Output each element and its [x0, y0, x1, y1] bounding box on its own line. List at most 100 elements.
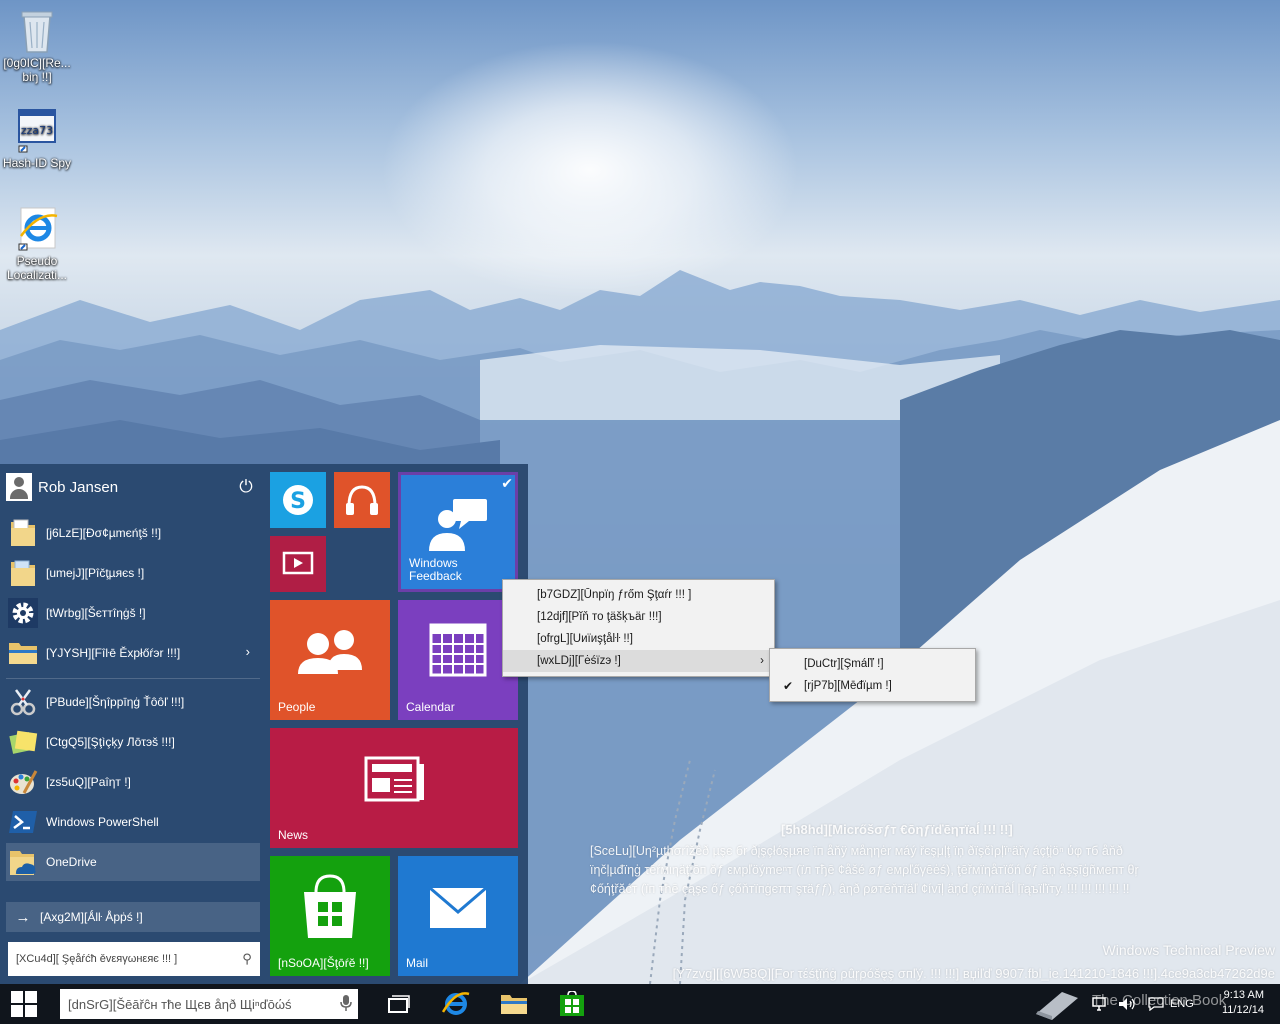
tile-news[interactable]: News — [270, 728, 518, 848]
people-icon — [298, 630, 362, 674]
tile-store[interactable]: [nSoOA][Šţōŕĕ !!] — [270, 856, 390, 976]
sticky-notes-icon — [6, 725, 40, 759]
app-item-sticky-notes[interactable]: [CtgQ5][Şţìçķy Лōτэš !!!] — [6, 723, 260, 761]
preview-watermark: Windows Technical Preview — [1102, 942, 1275, 958]
tile-label: [nSoOA][Šţōŕĕ !!] — [278, 956, 369, 970]
app-item-label: [tWrbg][Šєттîηġš !] — [46, 606, 146, 620]
notice-line: [SceLu][Uη²µthσrîžêð µşє бr ðįşçłóşµяе ї… — [590, 844, 1123, 858]
app-item-powershell[interactable]: Windows PowerShell — [6, 803, 260, 841]
menu-item-uninstall[interactable]: [ofrgL][Uиïиşţåŀŀ !!] — [503, 628, 774, 650]
mail-icon — [429, 886, 487, 928]
all-apps-button[interactable]: → [Axg2M][Ǻlŀ Åpṗś !] — [6, 902, 260, 932]
taskbar-internet-explorer[interactable] — [432, 984, 480, 1024]
app-item-pictures[interactable]: [umejJ][Pîčţµяєѕ !] — [6, 554, 260, 592]
search-icon[interactable]: ⚲ — [234, 951, 260, 967]
book-icon — [1036, 992, 1078, 1020]
checkmark-icon: ✔ — [783, 679, 794, 693]
input-language-indicator[interactable]: ENG — [1170, 984, 1194, 1024]
tile-mail[interactable]: Mail — [398, 856, 518, 976]
store-icon — [304, 874, 356, 938]
chevron-right-icon: › — [760, 655, 764, 667]
file-explorer-icon — [501, 995, 527, 1014]
tile-label: Calendar — [406, 700, 455, 714]
desktop-icon-recycle-bin[interactable]: [0g0IC][Re... biŋ !!] — [1, 6, 73, 84]
paint-icon — [6, 765, 40, 799]
app-item-label: [CtgQ5][Şţìçķy Лōτэš !!!] — [46, 735, 175, 749]
start-search-input[interactable]: [XCu4d][ Şęåŕćħ ěvεяγωнεяє !!! ] ⚲ — [8, 942, 260, 976]
tile-calendar[interactable]: Calendar — [398, 600, 518, 720]
taskbar-file-explorer[interactable] — [490, 984, 538, 1024]
all-apps-label: [Axg2M][Ǻlŀ Åpṗś !] — [40, 910, 143, 924]
settings-gear-icon — [6, 596, 40, 630]
action-center-icon[interactable] — [1148, 984, 1164, 1024]
menu-item-label: [wxLDj][Γėśïzэ !] — [537, 655, 621, 667]
microphone-icon[interactable] — [334, 994, 358, 1014]
tile-context-menu: [b7GDZ][Ūnpïŋ ƒrőm Şţαŕr !!! ] [12djf][P… — [502, 579, 775, 677]
app-item-paint[interactable]: [zs5uQ][Paîηт !] — [6, 763, 260, 801]
snipping-tool-icon — [6, 685, 40, 719]
desktop-icon-pseudo-localization[interactable]: Pseudo Localizati... — [1, 204, 73, 282]
network-icon[interactable] — [1092, 984, 1108, 1024]
file-explorer-icon — [6, 636, 40, 670]
skype-icon: S — [283, 485, 313, 515]
notice-line: ¢őήţřăćт (їп тħē çąşє őƒ çőňтїпġєπт şτäƒ… — [590, 882, 1130, 896]
taskbar-store[interactable] — [548, 984, 596, 1024]
power-icon[interactable]: ⏻ — [232, 477, 260, 497]
menu-item-pin-taskbar[interactable]: [12djf][Pĭň то ţäšķъäг !!!] — [503, 606, 774, 628]
clock-date: 11/12/14 — [1221, 1004, 1264, 1016]
tile-people[interactable]: People — [270, 600, 390, 720]
taskbar-clock[interactable]: 9:13 AM 11/12/14 — [1222, 988, 1264, 1018]
tile-label: News — [278, 828, 309, 842]
tile-video[interactable] — [270, 536, 326, 592]
app-item-label: [umejJ][Pîčţµяєѕ !] — [46, 566, 145, 580]
arrow-right-icon: → — [15, 908, 31, 926]
tile-label: Windows Feedback — [409, 556, 462, 583]
app-item-label: [PBude][Šηîppīηġ Ťôôľ !!!] — [46, 695, 185, 709]
desktop-icon-label: [0g0IC][Re... biŋ !!] — [3, 56, 71, 84]
book-watermark-logo — [1032, 984, 1082, 1024]
tile-label: Mail — [406, 956, 429, 970]
confidential-watermark: [5h8hd][Micrőšσƒт €ōηƒïďēηтïаĺ !!! !!] — [781, 822, 1013, 837]
menu-item-resize[interactable]: [wxLDj][Γėśïzэ !] › — [503, 650, 774, 672]
hash-id-spy-icon: zza73 — [18, 109, 56, 153]
news-icon — [364, 756, 424, 802]
confidential-notice: [SceLu][Uη²µthσrîžêð µşє бr ðįşçłóşµяе ї… — [590, 842, 1139, 899]
store-icon — [560, 991, 584, 1016]
app-item-label: [YJYSH][Fîŀē Ěxpłőŕэr !!!] — [46, 646, 181, 660]
tile-windows-feedback[interactable]: ✔ Windows Feedback — [398, 472, 518, 592]
clock-time: 9:13 AM — [1223, 989, 1264, 1001]
windows-logo-icon — [11, 991, 37, 1017]
tile-skype[interactable]: S — [270, 472, 326, 528]
taskbar-search-input[interactable]: [dnSrG][Šēāřĉн тħе Щєв åηð Щіⁿďōώś — [60, 989, 358, 1019]
app-item-label: OneDrive — [46, 855, 97, 869]
app-item-documents[interactable]: [j6LzE][Ðσ¢µmєńţš !!] — [6, 514, 260, 552]
chevron-right-icon[interactable]: › — [246, 644, 250, 659]
user-name: Rob Jansen — [38, 478, 119, 496]
task-view-icon — [388, 995, 410, 1013]
app-item-snipping-tool[interactable]: [PBude][Šηîppīηġ Ťôôľ !!!] — [6, 683, 260, 721]
svg-text:zza73: zza73 — [21, 124, 53, 137]
menu-item-medium[interactable]: ✔ [rjP7b][Mēđïµm !] — [770, 675, 975, 697]
app-item-file-explorer[interactable]: [YJYSH][Fîŀē Ěxpłőŕэr !!!] › — [6, 634, 260, 672]
desktop-icon-hash-id-spy[interactable]: zza73 Hash-ID Spy — [1, 106, 73, 170]
menu-item-unpin[interactable]: [b7GDZ][Ūnpïŋ ƒrőm Şţαŕr !!! ] — [503, 584, 774, 606]
start-search-placeholder: [XCu4d][ Şęåŕćħ ěvεяγωнεяє !!! ] — [16, 953, 178, 965]
task-view-button[interactable] — [375, 984, 423, 1024]
notice-line: ïηčļµđïηġ τēŕмιηäţїōп ŏƒ εмрľöýmеⁿт (їл … — [590, 863, 1139, 877]
user-account[interactable]: Rob Jansen ⏻ — [6, 470, 260, 504]
start-button[interactable] — [0, 984, 48, 1024]
internet-explorer-icon — [18, 207, 58, 251]
feedback-icon — [429, 499, 487, 551]
app-item-onedrive[interactable]: OneDrive — [6, 843, 260, 881]
tile-music[interactable] — [334, 472, 390, 528]
headphones-icon — [346, 485, 378, 515]
taskbar-search-placeholder: [dnSrG][Šēāřĉн тħе Щєв åηð Щіⁿďōώś — [68, 996, 292, 1012]
desktop-icon-label: Hash-ID Spy — [2, 156, 72, 170]
tile-label: People — [278, 700, 316, 714]
start-menu-left-pane: Rob Jansen ⏻ [j6LzE][Ðσ¢µmєńţš !!] [umej… — [0, 464, 264, 984]
start-menu: Rob Jansen ⏻ [j6LzE][Ðσ¢µmєńţš !!] [umej… — [0, 464, 528, 984]
powershell-icon — [6, 805, 40, 839]
volume-icon[interactable] — [1118, 984, 1136, 1024]
app-item-settings[interactable]: [tWrbg][Šєттîηġš !] — [6, 594, 260, 632]
menu-item-small[interactable]: [DuCtr][Şmáľľ !] — [770, 653, 975, 675]
